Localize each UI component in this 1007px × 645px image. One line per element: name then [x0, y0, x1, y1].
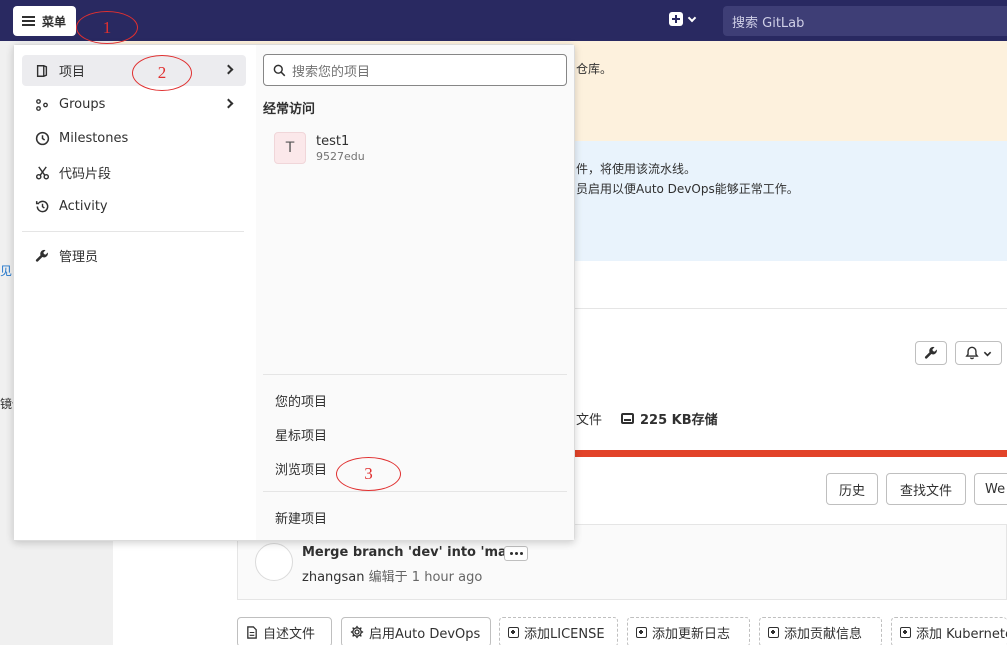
wrench-icon — [34, 248, 50, 264]
commit-meta: zhangsan 编辑于 1 hour ago — [302, 566, 482, 585]
search-icon — [273, 64, 286, 76]
add-license-button-label: 添加LICENSE — [524, 626, 605, 642]
auto-devops-button-label: 启用Auto DevOps — [369, 626, 481, 642]
top-navbar: 菜单 搜索 GitLab — [0, 0, 1007, 41]
chevron-right-icon — [223, 98, 234, 109]
storage-stat[interactable]: 225 KB存储 — [621, 409, 718, 428]
history-icon — [34, 199, 50, 215]
menu-item-label: 代码片段 — [59, 167, 112, 182]
new-project-link[interactable]: 新建项目 — [275, 508, 327, 527]
plus-square-icon — [900, 626, 911, 638]
menu-button-label: 菜单 — [42, 14, 67, 29]
add-changelog-button-label: 添加更新日志 — [652, 626, 731, 642]
history-button[interactable]: 历史 — [826, 473, 878, 505]
ellipsis-icon — [509, 552, 513, 555]
plus-square-icon — [636, 626, 647, 638]
commit-title[interactable]: Merge branch 'dev' into 'main' — [302, 545, 525, 560]
explore-projects-link[interactable]: 浏览项目 — [275, 459, 327, 478]
file-icon — [247, 625, 257, 639]
menu-item-label: 项目 — [59, 65, 86, 80]
repository-language-bar — [575, 450, 1007, 457]
group-icon — [34, 97, 50, 113]
bell-icon — [965, 346, 979, 360]
commit-expand-button[interactable] — [504, 546, 528, 561]
project-search-placeholder: 搜索您的项目 — [292, 64, 371, 80]
project-namespace: 9527edu — [316, 149, 365, 163]
menu-item-activity[interactable]: Activity — [22, 191, 246, 222]
main-menu-dropdown: 项目 Groups Milestones 代码片段 Activity 管理员 搜… — [13, 44, 575, 541]
menu-nav-panel: 项目 Groups Milestones 代码片段 Activity 管理员 — [14, 45, 256, 540]
files-stat[interactable]: 文件 — [576, 409, 602, 428]
add-kubernetes-button[interactable]: 添加 Kubernetes — [891, 617, 1007, 645]
chevron-down-icon — [983, 351, 992, 356]
readme-button[interactable]: 自述文件 — [237, 617, 332, 645]
global-search-input[interactable]: 搜索 GitLab — [723, 6, 1007, 36]
info-banner-text: 件，将使用该流水线。 — [576, 162, 697, 176]
menu-divider — [263, 374, 567, 375]
plus-square-icon — [669, 12, 683, 26]
settings-button[interactable] — [915, 341, 947, 365]
notification-button[interactable] — [955, 341, 1002, 365]
info-banner-text: 员启用以便Auto DevOps能够正常工作。 — [576, 182, 799, 196]
add-license-button[interactable]: 添加LICENSE — [499, 617, 618, 645]
disk-icon — [621, 413, 634, 424]
your-projects-link[interactable]: 您的项目 — [275, 391, 327, 410]
new-dropdown-button[interactable] — [669, 12, 697, 26]
frequent-projects-header: 经常访问 — [263, 102, 316, 117]
annotation-marker: 2 — [132, 55, 192, 91]
chevron-down-icon — [687, 13, 697, 22]
projects-submenu-panel: 搜索您的项目 经常访问 T test1 9527edu 您的项目 星标项目 浏览… — [256, 45, 574, 540]
sidebar-text-fragment[interactable]: 见 — [0, 262, 12, 279]
warning-banner-text: 仓库。 — [576, 62, 613, 76]
scissors-icon — [34, 165, 50, 181]
wrench-icon — [924, 346, 937, 359]
avatar[interactable] — [255, 543, 293, 581]
hamburger-icon — [22, 16, 35, 26]
storage-stat-label: 225 KB存储 — [640, 413, 718, 428]
plus-square-icon — [768, 626, 779, 638]
commit-time: 1 hour ago — [411, 570, 483, 585]
menu-item-label: Activity — [59, 199, 108, 214]
menu-item-groups[interactable]: Groups — [22, 89, 246, 120]
chevron-right-icon — [223, 64, 234, 75]
add-changelog-button[interactable]: 添加更新日志 — [627, 617, 750, 645]
project-avatar: T — [274, 132, 306, 164]
starred-projects-link[interactable]: 星标项目 — [275, 425, 327, 444]
project-icon — [34, 63, 50, 79]
add-contributing-button-label: 添加贡献信息 — [784, 626, 863, 642]
frequent-project-item[interactable]: T test1 9527edu — [274, 132, 365, 164]
gear-icon — [350, 625, 364, 639]
commit-edited-label: 编辑于 — [368, 570, 408, 585]
menu-item-label: Milestones — [59, 131, 129, 146]
menu-item-label: Groups — [59, 97, 106, 112]
annotation-marker: 3 — [336, 457, 401, 491]
readme-button-label: 自述文件 — [263, 626, 316, 642]
menu-button[interactable]: 菜单 — [13, 6, 76, 36]
add-contributing-button[interactable]: 添加贡献信息 — [759, 617, 882, 645]
project-search-input[interactable]: 搜索您的项目 — [263, 54, 567, 86]
menu-item-label: 管理员 — [59, 250, 99, 265]
clock-icon — [34, 131, 50, 147]
find-file-button[interactable]: 查找文件 — [886, 473, 966, 505]
project-name: test1 — [316, 133, 350, 149]
auto-devops-button[interactable]: 启用Auto DevOps — [341, 617, 491, 645]
annotation-marker: 1 — [76, 11, 138, 44]
add-kubernetes-button-label: 添加 Kubernetes — [916, 626, 1007, 642]
menu-divider — [263, 491, 567, 492]
web-ide-button[interactable]: We — [974, 473, 1007, 505]
menu-item-milestones[interactable]: Milestones — [22, 123, 246, 154]
menu-divider — [22, 231, 244, 232]
commit-author[interactable]: zhangsan — [302, 570, 365, 585]
menu-item-admin[interactable]: 管理员 — [22, 240, 246, 271]
menu-item-snippets[interactable]: 代码片段 — [22, 157, 246, 188]
plus-square-icon — [508, 626, 519, 638]
